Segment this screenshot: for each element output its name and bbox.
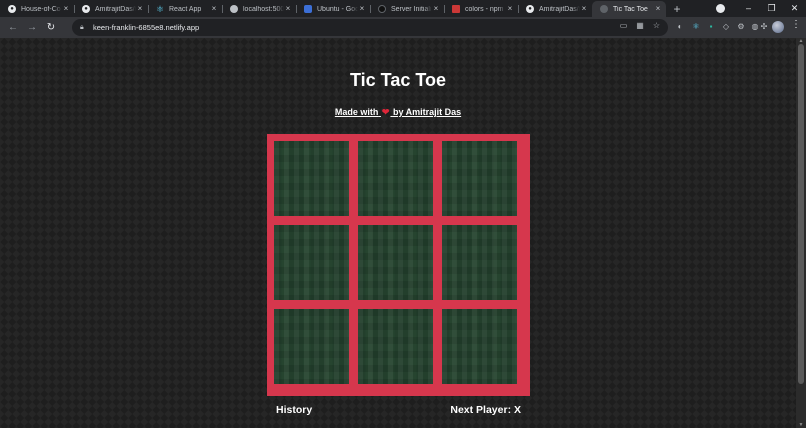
- scroll-down-icon[interactable]: ▼: [798, 423, 804, 428]
- extension-icon[interactable]: ▪: [705, 20, 717, 33]
- install-app-icon[interactable]: ▭: [620, 21, 628, 30]
- github-icon: ●: [526, 5, 534, 13]
- tab-8-active[interactable]: Tic Tac Toe ×: [592, 1, 666, 17]
- close-icon[interactable]: ×: [654, 5, 662, 13]
- github-icon: ●: [8, 5, 16, 13]
- close-icon[interactable]: ×: [136, 5, 144, 13]
- react-devtools-icon[interactable]: ⚛: [690, 20, 702, 33]
- board-square[interactable]: [274, 309, 349, 384]
- tab-7[interactable]: ● AmitrajitDas/t ×: [518, 1, 592, 17]
- board-square[interactable]: [274, 141, 349, 216]
- bookmark-star-icon[interactable]: ☆: [653, 21, 660, 30]
- page-viewport: Tic Tac Toe Made with ❤ by Amitrajit Das…: [0, 38, 796, 428]
- tab-6[interactable]: colors - npm ×: [444, 1, 518, 17]
- close-icon[interactable]: ×: [580, 5, 588, 13]
- tab-0[interactable]: ● House-of-Co ×: [0, 1, 74, 17]
- server-icon: [378, 5, 386, 13]
- npm-icon: [452, 5, 460, 13]
- tab-3[interactable]: localhost:5000 ×: [222, 1, 296, 17]
- credit-line: Made with ❤ by Amitrajit Das: [0, 107, 796, 118]
- tab-title: Server Initializ: [391, 5, 432, 13]
- credit-suffix: by Amitrajit Das: [392, 107, 462, 117]
- tab-5[interactable]: Server Initializ ×: [370, 1, 444, 17]
- board-square[interactable]: [442, 225, 517, 300]
- reload-icon[interactable]: ↻: [43, 20, 59, 36]
- tab-4[interactable]: Ubuntu - Goo ×: [296, 1, 370, 17]
- close-icon[interactable]: ×: [210, 5, 218, 13]
- tab-1[interactable]: ● AmitrajitDas/t ×: [74, 1, 148, 17]
- extension-icon[interactable]: ◇: [720, 20, 732, 33]
- board-square[interactable]: [442, 309, 517, 384]
- close-icon[interactable]: ×: [62, 5, 70, 13]
- tab-title: AmitrajitDas/t: [95, 5, 136, 13]
- credit-link[interactable]: Made with ❤ by Amitrajit Das: [335, 107, 461, 117]
- window-controls: – ❐ ✕: [737, 0, 806, 16]
- qr-code-icon[interactable]: ▦: [636, 21, 644, 30]
- browser-toolbar: ← → ↻ 🔒︎ keen-franklin-6855e8.netlify.ap…: [0, 17, 806, 38]
- board-square[interactable]: [358, 225, 433, 300]
- page-scrollbar[interactable]: ▲ ▼: [796, 38, 806, 428]
- url-text[interactable]: keen-franklin-6855e8.netlify.app: [93, 23, 199, 32]
- close-icon[interactable]: ×: [506, 5, 514, 13]
- github-icon: ●: [82, 5, 90, 13]
- extension-icon[interactable]: ⚙: [735, 20, 747, 33]
- close-window-icon[interactable]: ✕: [783, 3, 806, 14]
- tab-2[interactable]: ⚛ React App ×: [148, 1, 222, 17]
- tab-title: colors - npm: [465, 5, 504, 13]
- tab-title: React App: [169, 5, 202, 13]
- ubuntu-icon: [304, 5, 312, 13]
- kebab-menu-icon[interactable]: ⋮: [791, 20, 801, 30]
- next-player-status: Next Player: X: [450, 404, 521, 416]
- board-square[interactable]: [358, 141, 433, 216]
- react-icon: ⚛: [155, 3, 165, 14]
- back-icon[interactable]: ←: [5, 20, 21, 36]
- scroll-up-icon[interactable]: ▲: [798, 39, 804, 44]
- globe-icon: [230, 5, 238, 13]
- tab-title: AmitrajitDas/t: [539, 5, 580, 13]
- tab-search-icon[interactable]: [716, 4, 725, 13]
- globe-icon: [600, 5, 608, 13]
- close-icon[interactable]: ×: [432, 5, 440, 13]
- board-square[interactable]: [358, 309, 433, 384]
- new-tab-button[interactable]: +: [668, 1, 686, 17]
- forward-icon[interactable]: →: [24, 20, 40, 36]
- avatar[interactable]: [772, 21, 784, 33]
- close-icon[interactable]: ×: [284, 5, 292, 13]
- scrollbar-thumb[interactable]: [798, 44, 804, 384]
- tab-title: Tic Tac Toe: [613, 5, 648, 13]
- board-square[interactable]: [442, 141, 517, 216]
- history-button[interactable]: History: [276, 404, 312, 416]
- tab-strip: ● House-of-Co × ● AmitrajitDas/t × ⚛ Rea…: [0, 0, 806, 17]
- heart-icon: ❤: [381, 107, 390, 117]
- extension-icon[interactable]: ◐: [674, 20, 686, 33]
- close-icon[interactable]: ×: [358, 5, 366, 13]
- omnibox-actions: ▭ ▦ ☆: [620, 21, 660, 30]
- restore-icon[interactable]: ❐: [760, 3, 783, 14]
- game-board: [267, 134, 530, 396]
- page-title: Tic Tac Toe: [349, 70, 447, 90]
- board-square[interactable]: [274, 225, 349, 300]
- tab-title: Ubuntu - Goo: [317, 5, 358, 13]
- tab-title: House-of-Co: [21, 5, 61, 13]
- puzzle-icon[interactable]: ✣: [758, 20, 770, 33]
- minimize-icon[interactable]: –: [737, 3, 760, 13]
- tab-title: localhost:5000: [243, 5, 284, 13]
- address-bar[interactable]: 🔒︎ keen-franklin-6855e8.netlify.app ▭ ▦ …: [72, 19, 668, 36]
- lock-icon: 🔒︎: [80, 23, 84, 31]
- credit-prefix: Made with: [334, 107, 379, 117]
